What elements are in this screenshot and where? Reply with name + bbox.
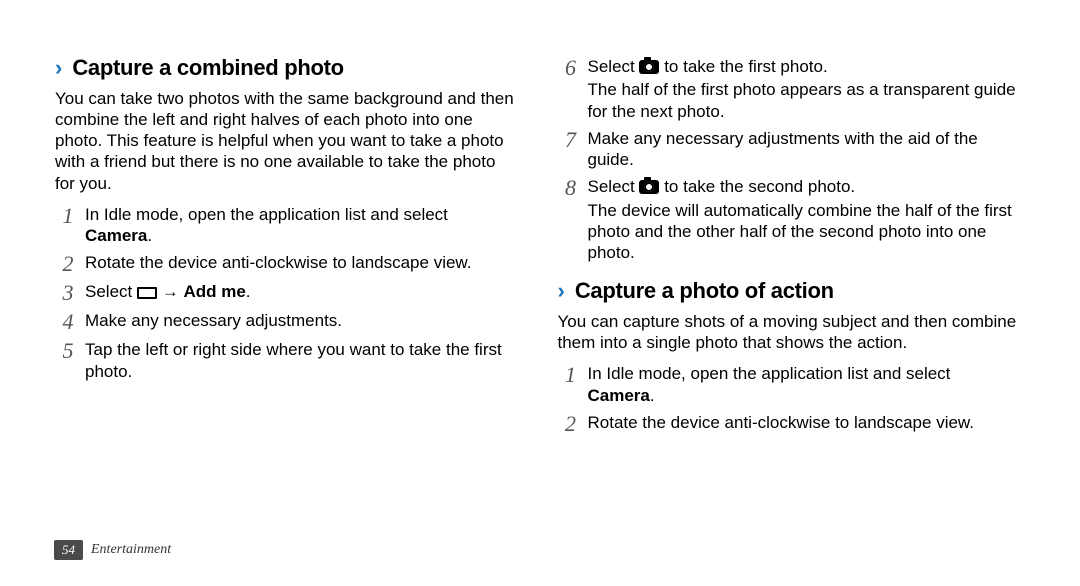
step-text: . — [246, 282, 251, 301]
step-number: 8 — [558, 176, 584, 199]
step-body: In Idle mode, open the application list … — [584, 363, 1021, 406]
section-title: Capture a photo of action — [575, 277, 834, 305]
step-bold: Camera — [588, 386, 650, 405]
camera-icon — [639, 180, 659, 194]
step-number: 1 — [55, 204, 81, 227]
section-heading-action: › Capture a photo of action — [558, 277, 1021, 305]
step-number: 7 — [558, 128, 584, 151]
step-1b: 1 In Idle mode, open the application lis… — [558, 363, 1021, 406]
step-text: . — [147, 226, 152, 245]
step-4: 4 Make any necessary adjustments. — [55, 310, 518, 333]
step-6: 6 Select to take the first photo. The ha… — [558, 56, 1021, 122]
step-number: 3 — [55, 281, 81, 304]
step-2b: 2 Rotate the device anti-clockwise to la… — [558, 412, 1021, 435]
step-number: 1 — [558, 363, 584, 386]
page-number: 54 — [54, 540, 83, 560]
section-title: Capture a combined photo — [72, 54, 343, 82]
step-body: Rotate the device anti-clockwise to land… — [584, 412, 1021, 433]
step-number: 4 — [55, 310, 81, 333]
step-extra: The device will automatically combine th… — [588, 200, 1021, 264]
step-text: to take the second photo. — [659, 177, 855, 196]
manual-page: › Capture a combined photo You can take … — [0, 0, 1080, 586]
step-text: In Idle mode, open the application list … — [85, 205, 448, 224]
footer-section-label: Entertainment — [91, 542, 171, 558]
step-bold: Camera — [85, 226, 147, 245]
step-body: In Idle mode, open the application list … — [81, 204, 518, 247]
step-body: Select → Add me. — [81, 281, 518, 302]
step-body: Make any necessary adjustments. — [81, 310, 518, 331]
step-7: 7 Make any necessary adjustments with th… — [558, 128, 1021, 171]
step-body: Rotate the device anti-clockwise to land… — [81, 252, 518, 273]
section-intro: You can capture shots of a moving subjec… — [558, 311, 1021, 354]
step-number: 2 — [55, 252, 81, 275]
step-body: Tap the left or right side where you wan… — [81, 339, 518, 382]
camera-icon — [639, 60, 659, 74]
page-footer: 54 Entertainment — [54, 540, 171, 560]
chevron-icon: › — [55, 57, 62, 79]
step-text: Select — [588, 57, 640, 76]
step-2: 2 Rotate the device anti-clockwise to la… — [55, 252, 518, 275]
step-text: . — [650, 386, 655, 405]
rectangle-icon — [137, 287, 157, 299]
right-column: 6 Select to take the first photo. The ha… — [548, 50, 1041, 566]
step-1: 1 In Idle mode, open the application lis… — [55, 204, 518, 247]
step-text: Select — [588, 177, 640, 196]
left-column: › Capture a combined photo You can take … — [55, 50, 548, 566]
arrow-text: → — [157, 282, 183, 301]
step-number: 5 — [55, 339, 81, 362]
step-text: In Idle mode, open the application list … — [588, 364, 951, 383]
step-bold: Add me — [183, 282, 245, 301]
chevron-icon: › — [558, 280, 565, 302]
step-extra: The half of the first photo appears as a… — [588, 79, 1021, 122]
step-body: Make any necessary adjustments with the … — [584, 128, 1021, 171]
section-intro: You can take two photos with the same ba… — [55, 88, 518, 194]
step-text: to take the first photo. — [659, 57, 827, 76]
step-8: 8 Select to take the second photo. The d… — [558, 176, 1021, 263]
step-text: Select — [85, 282, 137, 301]
step-3: 3 Select → Add me. — [55, 281, 518, 304]
step-5: 5 Tap the left or right side where you w… — [55, 339, 518, 382]
step-number: 6 — [558, 56, 584, 79]
section-heading-combined: › Capture a combined photo — [55, 54, 518, 82]
step-body: Select to take the second photo. The dev… — [584, 176, 1021, 263]
step-body: Select to take the first photo. The half… — [584, 56, 1021, 122]
step-number: 2 — [558, 412, 584, 435]
